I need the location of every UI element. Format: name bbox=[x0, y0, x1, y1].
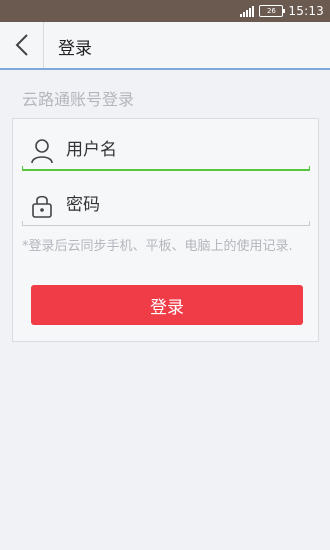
password-field bbox=[22, 186, 310, 226]
login-button[interactable]: 登录 bbox=[31, 285, 303, 325]
password-input[interactable] bbox=[66, 192, 296, 218]
login-card: *登录后云同步手机、平板、电脑上的使用记录. 登录 bbox=[12, 118, 319, 342]
app-header: 登录 bbox=[0, 22, 330, 70]
username-underline bbox=[22, 166, 310, 171]
section-title: 云路通账号登录 bbox=[22, 90, 135, 109]
status-time: 15:13 bbox=[288, 4, 324, 18]
password-underline bbox=[22, 221, 310, 226]
user-icon bbox=[31, 139, 53, 164]
signal-icon bbox=[240, 5, 255, 17]
battery-level: 26 bbox=[266, 7, 276, 15]
username-field bbox=[22, 131, 310, 171]
page-title: 登录 bbox=[58, 39, 92, 59]
status-icons: 26 15:13 bbox=[240, 3, 324, 19]
back-button[interactable] bbox=[0, 22, 44, 68]
sync-hint: *登录后云同步手机、平板、电脑上的使用记录. bbox=[22, 239, 293, 254]
battery-icon: 26 bbox=[259, 5, 286, 17]
status-bar: 26 15:13 bbox=[0, 0, 330, 22]
chevron-left-icon bbox=[15, 34, 28, 56]
username-input[interactable] bbox=[66, 137, 296, 163]
lock-icon bbox=[32, 195, 52, 218]
